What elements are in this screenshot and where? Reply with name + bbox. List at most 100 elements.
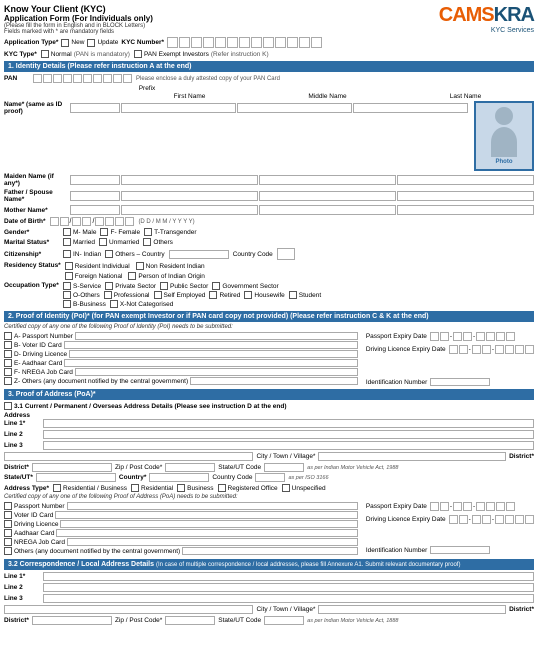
marital-others-checkbox[interactable]	[143, 238, 151, 246]
occ-notcat-checkbox[interactable]	[110, 300, 118, 308]
app-type-new-checkbox[interactable]	[61, 39, 69, 47]
addr-type-biz-checkbox[interactable]	[177, 484, 185, 492]
country-code-box[interactable]	[277, 248, 295, 260]
citizen-country-input[interactable]	[169, 250, 229, 259]
mother-first-input[interactable]	[121, 205, 258, 215]
occ-business-checkbox[interactable]	[63, 300, 71, 308]
kyc-normal-checkbox[interactable]	[41, 50, 49, 58]
poa-voter-input[interactable]	[55, 511, 357, 519]
res-foreign-checkbox[interactable]	[65, 272, 73, 280]
addr-zip-input[interactable]	[165, 463, 215, 472]
poa-id-input[interactable]	[430, 546, 490, 554]
name-middle-input[interactable]	[237, 103, 352, 113]
addr-line3-input[interactable]	[43, 441, 534, 450]
kyc-number-field[interactable]	[167, 37, 322, 48]
poi-aadhaar-input[interactable]	[64, 359, 357, 367]
section31-checkbox[interactable]	[4, 402, 12, 410]
addr-country-code-input[interactable]	[255, 473, 285, 482]
poi-voter-checkbox[interactable]	[4, 341, 12, 349]
occ-govt-checkbox[interactable]	[212, 282, 220, 290]
addr-district-input[interactable]	[318, 452, 506, 461]
state-ut-input[interactable]	[36, 473, 116, 482]
poi-voter-input[interactable]	[64, 341, 358, 349]
occ-retired-checkbox[interactable]	[209, 291, 217, 299]
mother-prefix-input[interactable]	[70, 205, 120, 215]
poa-voter-checkbox[interactable]	[4, 511, 12, 519]
maiden-prefix-input[interactable]	[70, 175, 120, 185]
occ-service-checkbox[interactable]	[63, 282, 71, 290]
occ-professional-checkbox[interactable]	[104, 291, 112, 299]
occ-private-checkbox[interactable]	[105, 282, 113, 290]
addr-type-resbiz-checkbox[interactable]	[53, 484, 61, 492]
addr-type-regoffice-checkbox[interactable]	[218, 484, 226, 492]
addr32-district2-input[interactable]	[32, 616, 112, 625]
res-pio-checkbox[interactable]	[128, 272, 136, 280]
addr32-zip-input[interactable]	[165, 616, 215, 625]
addr-line1-input[interactable]	[43, 419, 534, 428]
passport-expiry-field[interactable]: - -	[430, 332, 515, 341]
father-first-input[interactable]	[121, 191, 258, 201]
poa-driving-checkbox[interactable]	[4, 520, 12, 528]
poa-passport-expiry-field[interactable]: - -	[430, 502, 515, 511]
res-nri-checkbox[interactable]	[136, 262, 144, 270]
poi-nrega-input[interactable]	[75, 368, 358, 376]
poa-aadhaar-input[interactable]	[56, 529, 357, 537]
marital-unmarried-checkbox[interactable]	[99, 238, 107, 246]
addr-city-input[interactable]	[4, 452, 253, 461]
gender-male-checkbox[interactable]	[63, 228, 71, 236]
citizen-indian-checkbox[interactable]	[63, 250, 71, 258]
poi-passport-input[interactable]	[75, 332, 358, 340]
father-last-input[interactable]	[397, 191, 534, 201]
addr32-line2-input[interactable]	[43, 583, 534, 592]
marital-married-checkbox[interactable]	[63, 238, 71, 246]
poi-others-checkbox[interactable]	[4, 377, 12, 385]
addr-line2-input[interactable]	[43, 430, 534, 439]
maiden-middle-input[interactable]	[259, 175, 396, 185]
addr32-district-input[interactable]	[318, 605, 506, 614]
poa-passport-input[interactable]	[67, 502, 358, 510]
poi-passport-checkbox[interactable]	[4, 332, 12, 340]
kyc-pan-exempt-checkbox[interactable]	[134, 50, 142, 58]
name-first-input[interactable]	[121, 103, 236, 113]
poi-driving-input[interactable]	[69, 350, 358, 358]
addr-district2-input[interactable]	[32, 463, 112, 472]
mother-middle-input[interactable]	[259, 205, 396, 215]
poa-nrega-input[interactable]	[67, 538, 358, 546]
dob-field[interactable]: / /	[50, 217, 135, 226]
poa-driving-input[interactable]	[60, 520, 357, 528]
poa-aadhaar-checkbox[interactable]	[4, 529, 12, 537]
occ-student-checkbox[interactable]	[289, 291, 297, 299]
poa-others-checkbox[interactable]	[4, 547, 12, 555]
poi-aadhaar-checkbox[interactable]	[4, 359, 12, 367]
gender-female-checkbox[interactable]	[100, 228, 108, 236]
id-number-input[interactable]	[430, 378, 490, 386]
poa-nrega-checkbox[interactable]	[4, 538, 12, 546]
gender-transgender-checkbox[interactable]	[144, 228, 152, 236]
poi-nrega-checkbox[interactable]	[4, 368, 12, 376]
addr-type-res-checkbox[interactable]	[131, 484, 139, 492]
addr32-line3-input[interactable]	[43, 594, 534, 603]
occ-selfemployed-checkbox[interactable]	[154, 291, 162, 299]
poa-others-input[interactable]	[182, 547, 358, 555]
addr32-line1-input[interactable]	[43, 572, 534, 581]
poi-others-input[interactable]	[190, 377, 358, 385]
father-prefix-input[interactable]	[70, 191, 120, 201]
addr-state-input[interactable]	[264, 463, 304, 472]
citizen-others-checkbox[interactable]	[105, 250, 113, 258]
poa-driving-expiry-field[interactable]: - -	[449, 515, 534, 524]
pan-field[interactable]	[33, 74, 132, 83]
driving-expiry-field[interactable]: - -	[449, 345, 534, 354]
addr32-state-input[interactable]	[264, 616, 304, 625]
occ-housewife-checkbox[interactable]	[244, 291, 252, 299]
poa-passport-checkbox[interactable]	[4, 502, 12, 510]
maiden-first-input[interactable]	[121, 175, 258, 185]
maiden-last-input[interactable]	[397, 175, 534, 185]
occ-public-checkbox[interactable]	[160, 282, 168, 290]
addr32-city-input[interactable]	[4, 605, 253, 614]
res-resident-checkbox[interactable]	[65, 262, 73, 270]
name-last-input[interactable]	[353, 103, 468, 113]
name-prefix-input[interactable]	[70, 103, 120, 113]
occ-others-checkbox[interactable]	[63, 291, 71, 299]
addr-country-input[interactable]	[149, 473, 209, 482]
mother-last-input[interactable]	[397, 205, 534, 215]
